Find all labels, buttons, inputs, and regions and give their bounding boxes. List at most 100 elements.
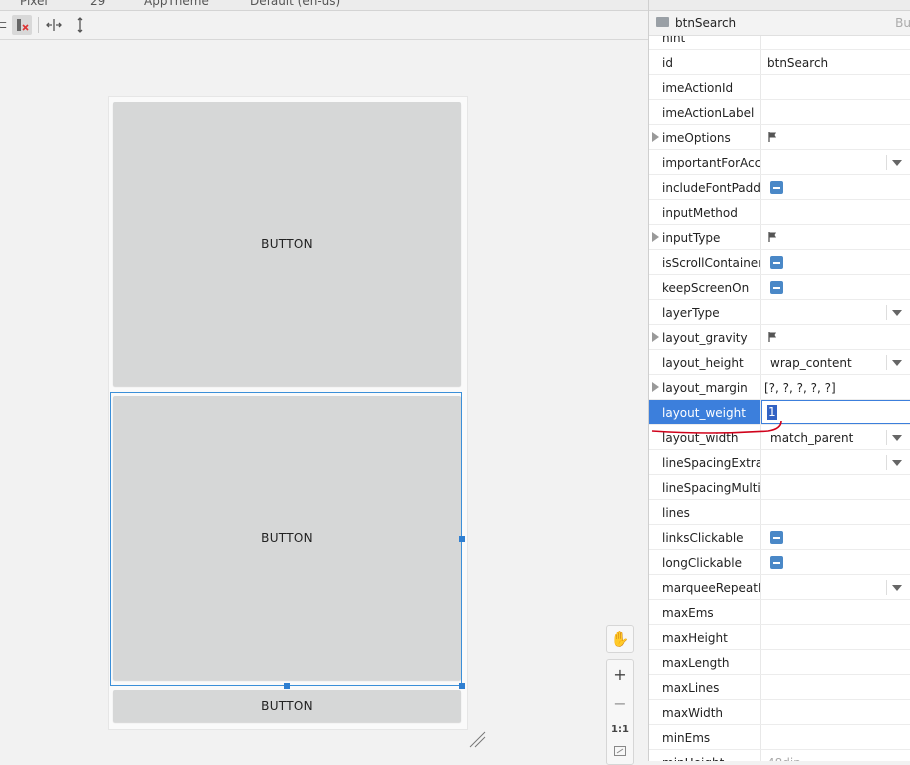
- flag-icon[interactable]: [767, 331, 779, 343]
- selected-text: 1: [767, 405, 777, 420]
- expand-arrow-icon[interactable]: [652, 232, 659, 242]
- flag-icon[interactable]: [767, 231, 779, 243]
- column-divider: [760, 100, 761, 124]
- attribute-row[interactable]: inputMethod: [649, 200, 910, 225]
- attribute-row[interactable]: layout_weight 1: [649, 400, 910, 425]
- device-frame: BUTTON BUTTON BUTTON: [108, 96, 468, 730]
- attribute-name: id: [662, 56, 673, 70]
- attribute-row[interactable]: keepScreenOn: [649, 275, 910, 300]
- theme-selector[interactable]: AppTheme: [144, 0, 209, 8]
- button-component-icon: [656, 17, 669, 27]
- attribute-name: layout_weight: [649, 400, 760, 424]
- dropdown-arrow-icon[interactable]: [892, 460, 902, 466]
- zoom-fit-icon[interactable]: [614, 745, 626, 759]
- column-divider: [760, 225, 761, 249]
- attribute-row[interactable]: layout_width match_parent: [649, 425, 910, 450]
- button-preview[interactable]: BUTTON: [113, 690, 461, 722]
- attribute-row[interactable]: minEms: [649, 725, 910, 750]
- attribute-row[interactable]: maxHeight: [649, 625, 910, 650]
- attribute-row[interactable]: lineSpacingMulti...: [649, 475, 910, 500]
- attribute-row[interactable]: linksClickable: [649, 525, 910, 550]
- dropdown-arrow-icon[interactable]: [892, 160, 902, 166]
- attribute-row[interactable]: layout_height wrap_content: [649, 350, 910, 375]
- dropdown-arrow-icon[interactable]: [892, 360, 902, 366]
- dropdown-divider: [886, 455, 887, 470]
- tristate-checkbox-icon[interactable]: [770, 256, 783, 269]
- attribute-name: imeOptions: [662, 131, 731, 145]
- attribute-row[interactable]: id btnSearch: [649, 50, 910, 75]
- dropdown-divider: [886, 355, 887, 370]
- attribute-row[interactable]: layout_gravity: [649, 325, 910, 350]
- attribute-row[interactable]: importantForAcce...: [649, 150, 910, 175]
- dropdown-arrow-icon[interactable]: [892, 310, 902, 316]
- attribute-row[interactable]: layout_margin [?, ?, ?, ?, ?]: [649, 375, 910, 400]
- constraints-icon[interactable]: ⊂: [0, 15, 12, 35]
- attribute-value[interactable]: [?, ?, ?, ?, ?]: [764, 381, 836, 395]
- button-preview-selected[interactable]: BUTTON: [113, 396, 461, 680]
- device-selector[interactable]: Pixel: [20, 0, 48, 8]
- attribute-name: longClickable: [662, 556, 742, 570]
- column-divider: [760, 325, 761, 349]
- zoom-actual-size-button[interactable]: 1:1: [611, 724, 629, 735]
- attribute-value[interactable]: wrap_content: [770, 356, 852, 370]
- attribute-row[interactable]: imeActionLabel: [649, 100, 910, 125]
- attribute-value-input[interactable]: 1: [761, 400, 910, 424]
- column-divider: [760, 75, 761, 99]
- zoom-out-icon[interactable]: −: [613, 694, 626, 713]
- expand-arrow-icon[interactable]: [652, 332, 659, 342]
- attribute-row[interactable]: inputType: [649, 225, 910, 250]
- tristate-checkbox-icon[interactable]: [770, 531, 783, 544]
- expand-horizontal-icon[interactable]: [44, 15, 64, 35]
- attribute-row[interactable]: lineSpacingExtra: [649, 450, 910, 475]
- layout-toolbar: ⊂: [0, 11, 648, 40]
- flag-icon[interactable]: [767, 131, 779, 143]
- attribute-row[interactable]: layerType: [649, 300, 910, 325]
- design-canvas[interactable]: BUTTON BUTTON BUTTON ✋ + − 1:1: [0, 40, 647, 765]
- attribute-row[interactable]: imeOptions: [649, 125, 910, 150]
- attribute-row[interactable]: minHeight 48dip: [649, 750, 910, 761]
- zoom-in-icon[interactable]: +: [613, 665, 626, 684]
- tristate-checkbox-icon[interactable]: [770, 281, 783, 294]
- expand-vertical-icon[interactable]: [70, 15, 90, 35]
- tristate-checkbox-icon[interactable]: [770, 556, 783, 569]
- expand-arrow-icon[interactable]: [652, 382, 659, 392]
- attribute-value[interactable]: btnSearch: [767, 56, 828, 70]
- expand-arrow-icon[interactable]: [652, 132, 659, 142]
- panel-header: [649, 0, 910, 11]
- attribute-row[interactable]: imeActionId: [649, 75, 910, 100]
- tristate-checkbox-icon[interactable]: [770, 181, 783, 194]
- zoom-controls: ✋ + − 1:1: [606, 625, 634, 765]
- attribute-name: includeFontPaddi...: [662, 181, 760, 195]
- attribute-row[interactable]: maxEms: [649, 600, 910, 625]
- dropdown-arrow-icon[interactable]: [892, 435, 902, 441]
- dropdown-divider: [886, 430, 887, 445]
- canvas-resize-icon[interactable]: [468, 730, 486, 748]
- attribute-row[interactable]: isScrollContainer: [649, 250, 910, 275]
- attribute-name: linksClickable: [662, 531, 744, 545]
- attribute-row[interactable]: includeFontPaddi...: [649, 175, 910, 200]
- resize-handle-right[interactable]: [459, 536, 465, 542]
- resize-handle-bottom[interactable]: [284, 683, 290, 689]
- button-preview[interactable]: BUTTON: [113, 102, 461, 386]
- component-type: Bu: [895, 16, 910, 30]
- dropdown-arrow-icon[interactable]: [892, 585, 902, 591]
- design-toolbar-top: Pixel 29 AppTheme Default (en-us): [0, 0, 648, 11]
- attribute-name: minHeight: [662, 756, 760, 761]
- resize-handle-corner[interactable]: [459, 683, 465, 689]
- attribute-value[interactable]: 48dip: [767, 756, 801, 761]
- column-divider: [760, 625, 761, 649]
- column-divider: [760, 275, 761, 299]
- attribute-row[interactable]: lines: [649, 500, 910, 525]
- attribute-row[interactable]: maxLines: [649, 675, 910, 700]
- attribute-row[interactable]: maxWidth: [649, 700, 910, 725]
- column-divider: [760, 750, 761, 761]
- pan-hand-icon[interactable]: ✋: [606, 625, 634, 653]
- attribute-row[interactable]: marqueeRepeatLi...: [649, 575, 910, 600]
- locale-selector[interactable]: Default (en-us): [250, 0, 340, 8]
- clear-constraints-icon[interactable]: [12, 15, 32, 35]
- attribute-value[interactable]: match_parent: [770, 431, 853, 445]
- attribute-row[interactable]: maxLength: [649, 650, 910, 675]
- api-level-selector[interactable]: 29: [90, 0, 105, 8]
- attribute-name: layerType: [662, 306, 720, 320]
- attribute-row[interactable]: longClickable: [649, 550, 910, 575]
